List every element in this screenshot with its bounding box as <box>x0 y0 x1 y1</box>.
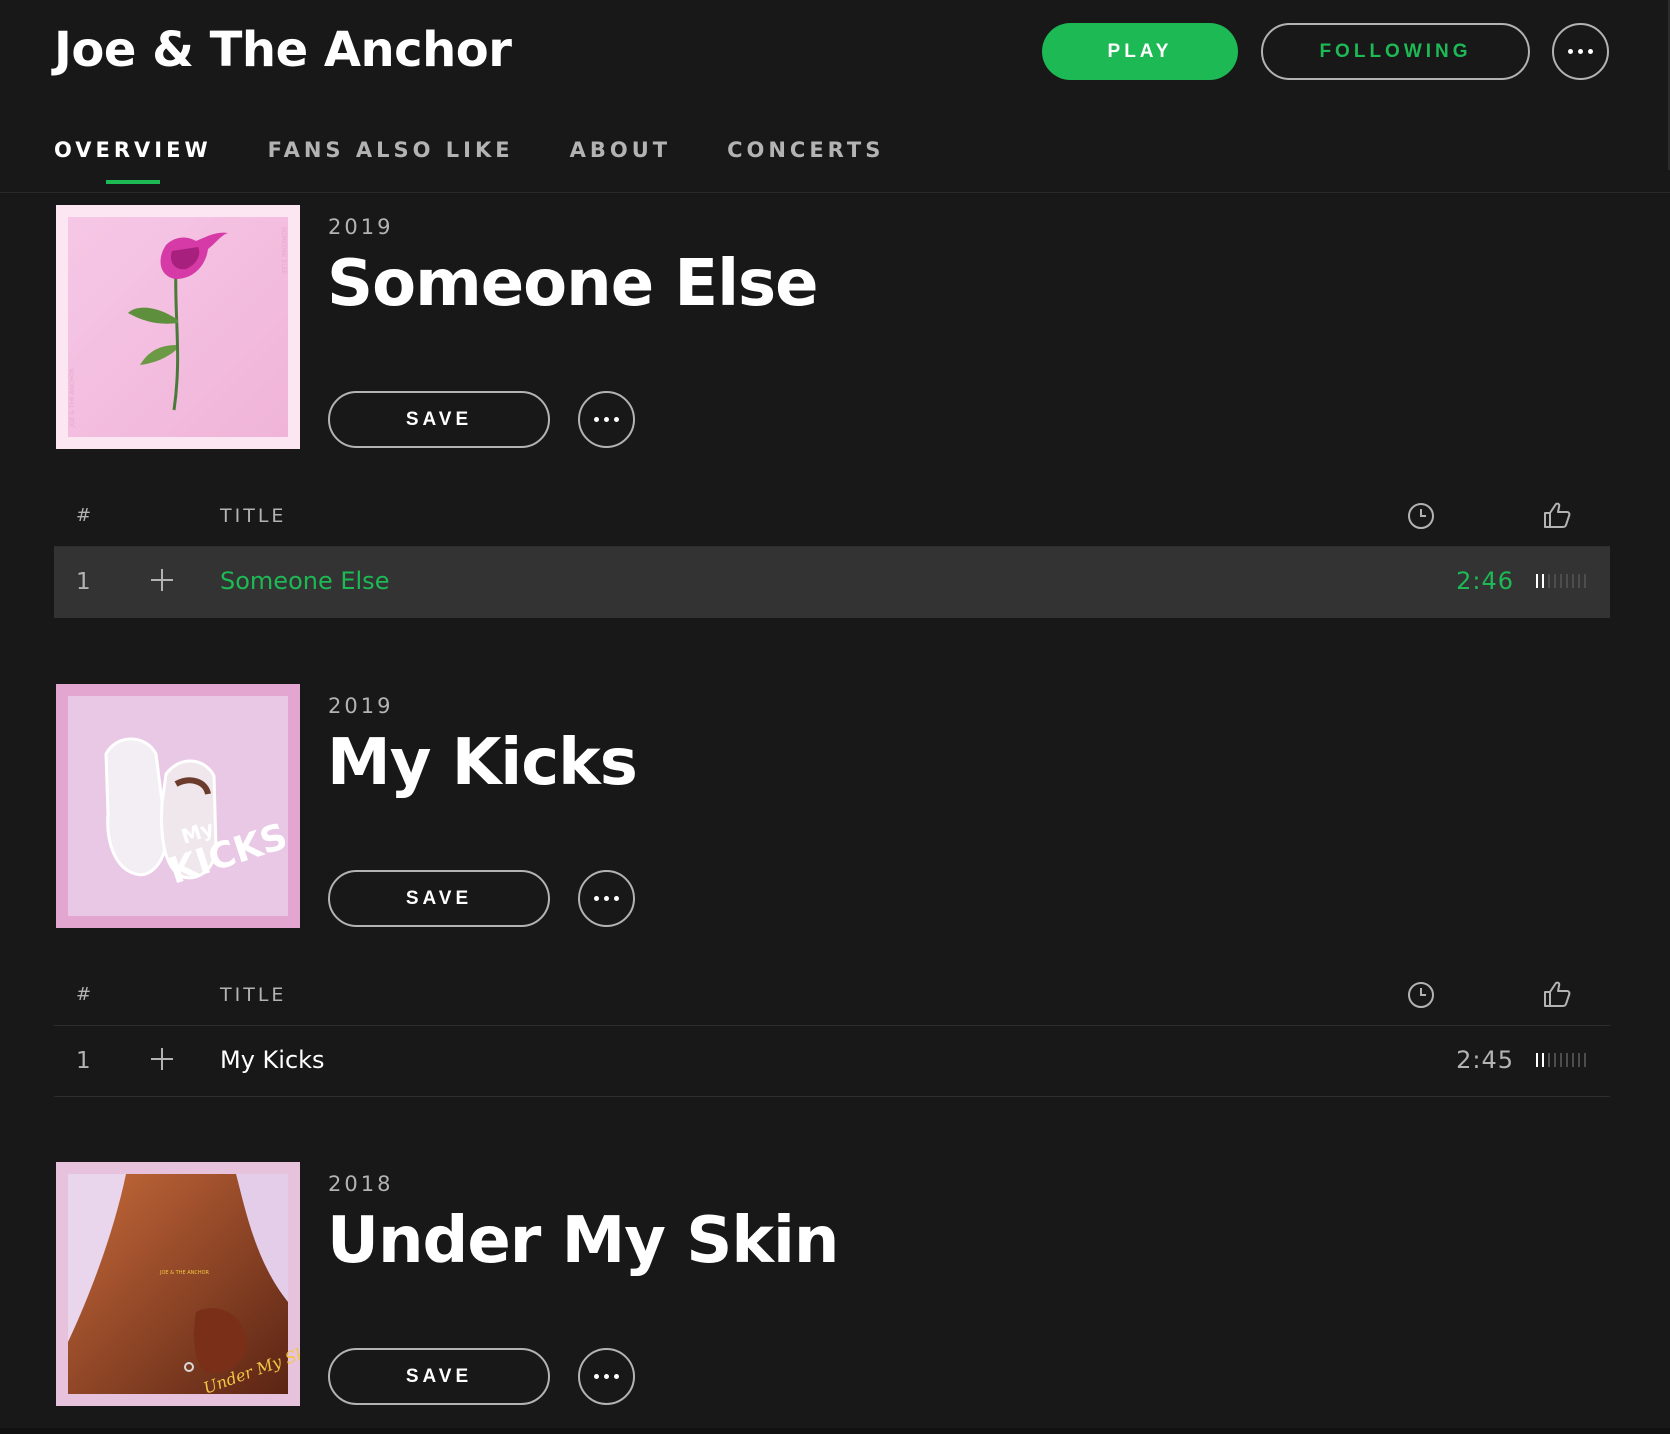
number-column-header: # <box>76 984 92 1005</box>
artist-tabs: OVERVIEW FANS ALSO LIKE ABOUT CONCERTS <box>54 138 884 162</box>
track-row[interactable]: 1 My Kicks 2:45 <box>54 1026 1610 1097</box>
album-more-button[interactable] <box>578 870 635 927</box>
number-column-header: # <box>76 505 92 526</box>
more-icon <box>594 417 599 422</box>
more-icon <box>594 1374 599 1379</box>
artist-name: Joe & The Anchor <box>54 22 512 78</box>
album-title[interactable]: Someone Else <box>327 247 819 321</box>
save-button[interactable]: SAVE <box>328 391 550 448</box>
album-year: 2019 <box>328 694 394 718</box>
thumbs-up-icon[interactable] <box>1542 979 1572 1009</box>
add-icon[interactable] <box>149 1046 175 1072</box>
save-button[interactable]: SAVE <box>328 870 550 927</box>
album-year: 2018 <box>328 1172 394 1196</box>
popularity-bar <box>1536 1053 1592 1067</box>
more-icon <box>594 896 599 901</box>
track-title[interactable]: My Kicks <box>220 1046 325 1074</box>
clock-icon[interactable] <box>1407 981 1435 1009</box>
album-cover-my-kicks[interactable]: My KICKS <box>56 684 300 928</box>
album-title[interactable]: Under My Skin <box>327 1204 839 1278</box>
popularity-bar <box>1536 574 1592 588</box>
tab-fans-also-like[interactable]: FANS ALSO LIKE <box>268 138 514 162</box>
play-button[interactable]: PLAY <box>1042 23 1238 80</box>
track-number: 1 <box>76 569 91 595</box>
title-column-header[interactable]: TITLE <box>220 984 286 1006</box>
album-cover-under-my-skin[interactable]: Under My Skin JOE & THE ANCHOR <box>56 1162 300 1406</box>
portrait-artwork: Under My Skin JOE & THE ANCHOR <box>56 1162 300 1406</box>
title-column-header[interactable]: TITLE <box>220 505 286 527</box>
svg-text:JOE & THE ANCHOR: JOE & THE ANCHOR <box>159 1270 210 1276</box>
artist-page: Joe & The Anchor PLAY FOLLOWING OVERVIEW… <box>0 0 1670 1434</box>
track-duration: 2:45 <box>1456 1046 1514 1074</box>
tab-overview[interactable]: OVERVIEW <box>54 138 212 162</box>
album-more-button[interactable] <box>578 391 635 448</box>
svg-text:SOMEONE ELSE: SOMEONE ELSE <box>280 227 287 274</box>
tracklist-header: # TITLE <box>54 485 1610 547</box>
album-cover-someone-else[interactable]: SOMEONE ELSE JOE & THE ANCHOR <box>56 205 300 449</box>
tab-about[interactable]: ABOUT <box>570 138 672 162</box>
album-title[interactable]: My Kicks <box>327 726 638 800</box>
track-title[interactable]: Someone Else <box>220 567 389 595</box>
clock-icon[interactable] <box>1407 502 1435 530</box>
track-row[interactable]: 1 Someone Else 2:46 <box>54 547 1610 618</box>
tracklist-header: # TITLE <box>54 964 1610 1026</box>
bottom-divider <box>0 1428 1670 1434</box>
track-number: 1 <box>76 1048 91 1074</box>
svg-text:JOE & THE ANCHOR: JOE & THE ANCHOR <box>69 368 76 428</box>
tab-concerts[interactable]: CONCERTS <box>727 138 884 162</box>
tracklist: # TITLE 1 Someone Else 2:46 <box>54 485 1610 618</box>
tracklist: # TITLE 1 My Kicks 2:45 <box>54 964 1610 1097</box>
more-icon <box>1568 49 1573 54</box>
rose-artwork: SOMEONE ELSE JOE & THE ANCHOR <box>56 205 300 449</box>
track-duration: 2:46 <box>1456 567 1514 595</box>
add-icon[interactable] <box>149 567 175 593</box>
sneakers-artwork: My KICKS <box>56 684 300 928</box>
album-more-button[interactable] <box>578 1348 635 1405</box>
following-button[interactable]: FOLLOWING <box>1261 23 1530 80</box>
save-button[interactable]: SAVE <box>328 1348 550 1405</box>
artist-more-button[interactable] <box>1552 23 1609 80</box>
thumbs-up-icon[interactable] <box>1542 500 1572 530</box>
album-year: 2019 <box>328 215 394 239</box>
artist-header: Joe & The Anchor PLAY FOLLOWING OVERVIEW… <box>0 0 1670 193</box>
